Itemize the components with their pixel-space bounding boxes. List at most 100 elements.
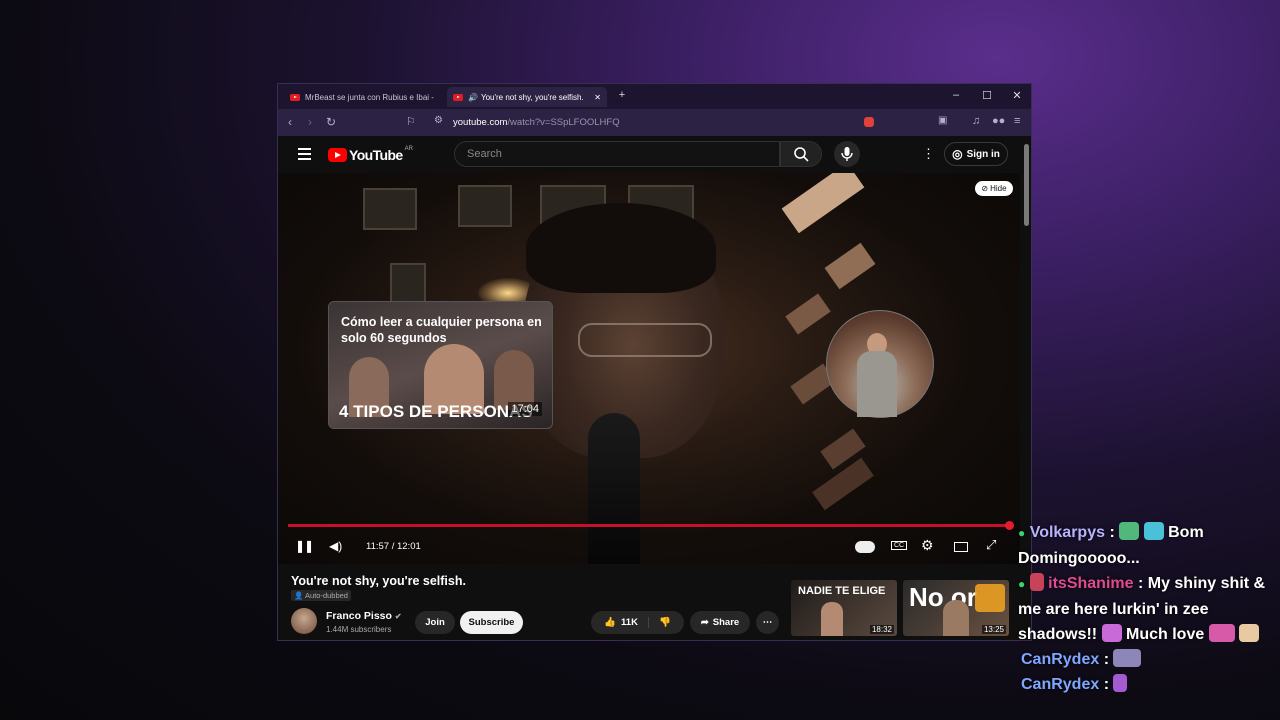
address-bar: ‹ › ↻ ⚐ ⚙ youtube.com/watch?v=SSpLFOOLHF… — [278, 109, 1031, 136]
chat-username: Volkarpys — [1029, 524, 1105, 541]
bookmark-icon[interactable]: ⚐ — [406, 115, 416, 128]
verified-icon: ✔ — [394, 612, 402, 621]
pause-icon[interactable]: ❚❚ — [295, 539, 314, 553]
like-button[interactable]: 👍 11K — [604, 617, 649, 628]
chat-separator: : — [1099, 676, 1114, 693]
share-button[interactable]: ➦ Share — [690, 611, 750, 634]
related-video-title: NADIE TE ELIGE — [798, 585, 886, 597]
shield-extension-icon[interactable] — [864, 117, 874, 127]
tab-title: You're not shy, you're selfish. — [480, 92, 584, 102]
volume-icon[interactable]: ◀) — [329, 539, 342, 553]
sign-in-label: Sign in — [966, 148, 1000, 160]
more-options-icon[interactable]: ⋮ — [922, 146, 935, 162]
emote-icon — [1113, 674, 1128, 692]
music-icon[interactable]: ♫ — [972, 115, 980, 127]
emote-icon — [1113, 649, 1142, 667]
related-video-thumbnail[interactable]: NADIE TE ELIGE 18:32 — [791, 580, 897, 636]
account-icon: ◎ — [952, 147, 963, 161]
emote-icon — [1208, 624, 1235, 642]
tab-active-video[interactable]: 🔊 You're not shy, you're selfish. ✕ — [447, 87, 607, 107]
related-video-duration: 18:32 — [869, 625, 894, 634]
fullscreen-icon[interactable]: ⤢ — [986, 537, 996, 553]
video-player[interactable]: Cómo leer a cualquier persona en solo 60… — [278, 173, 1020, 564]
scrollbar-thumb[interactable] — [1024, 144, 1029, 226]
dislike-button[interactable]: 👎 — [649, 617, 671, 628]
autoplay-toggle[interactable] — [855, 541, 875, 553]
sidebar-icon[interactable]: ▣ — [938, 115, 947, 126]
menu-icon[interactable]: ≡ — [1014, 115, 1020, 127]
video-title: You're not shy, you're selfish. — [291, 574, 466, 588]
search-icon — [794, 147, 809, 162]
subscriber-count: 1.44M subscribers — [326, 625, 392, 634]
close-button[interactable]: ✕ — [1009, 89, 1025, 102]
speaker-icon: 🔊 — [468, 92, 478, 102]
video-info: You're not shy, you're selfish. 👤 Auto-d… — [278, 564, 1020, 640]
more-actions-button[interactable]: ⋯ — [756, 611, 779, 634]
emote-icon — [1101, 624, 1122, 642]
chat-username: itsShanime — [1048, 575, 1134, 592]
related-video-thumbnail[interactable]: No or 13:25 — [903, 580, 1009, 636]
extensions-icon[interactable]: ●● — [992, 115, 1005, 127]
share-icon: ➦ — [700, 617, 709, 628]
emote-icon — [1119, 522, 1140, 540]
share-label: Share — [712, 617, 740, 628]
eye-off-icon: ⊘ — [981, 184, 989, 193]
hide-label: Hide — [990, 184, 1007, 193]
chat-separator: : — [1105, 524, 1120, 541]
forward-icon[interactable]: › — [308, 115, 312, 129]
sign-in-button[interactable]: ◎ Sign in — [944, 142, 1008, 166]
progress-bar[interactable] — [288, 521, 1014, 530]
settings-gear-icon[interactable]: ⚙ — [921, 537, 934, 554]
channel-name[interactable]: Franco Pisso ✔ — [326, 610, 402, 622]
new-tab-button[interactable]: + — [614, 89, 630, 101]
thumbs-down-icon: 👎 — [658, 617, 671, 628]
browser-window: MrBeast se junta con Rubius e Ibai - 🔊 Y… — [277, 83, 1032, 641]
endcard-banner: 4 TIPOS DE PERSONAS — [339, 402, 533, 421]
chat-message: CanRydex : — [1018, 647, 1280, 672]
endscreen-video-card[interactable]: Cómo leer a cualquier persona en solo 60… — [328, 301, 553, 429]
join-button[interactable]: Join — [415, 611, 455, 634]
subscribe-button[interactable]: Subscribe — [460, 611, 523, 634]
reload-icon[interactable]: ↻ — [326, 115, 336, 129]
player-controls: ❚❚ ◀) 11:57 / 12:01 CC ⚙ ⤢ — [278, 528, 1020, 564]
avatar-suit — [857, 351, 897, 417]
chat-text: Much love — [1126, 626, 1209, 643]
presenter-glasses — [578, 323, 712, 357]
like-count: 11K — [621, 617, 638, 628]
tab-title: MrBeast se junta con Rubius e Ibai - — [305, 92, 434, 102]
youtube-logo[interactable]: YouTube AR — [328, 146, 413, 163]
back-icon[interactable]: ‹ — [288, 115, 292, 129]
wall-shelf — [824, 242, 876, 290]
chat-message: ● Volkarpys : Bom Domingooooo... — [1018, 520, 1280, 571]
search-button[interactable] — [780, 141, 822, 167]
verified-badge-icon: ● — [1018, 577, 1026, 591]
chat-username: CanRydex — [1021, 651, 1100, 668]
tab-mrbeast[interactable]: MrBeast se junta con Rubius e Ibai - — [284, 87, 440, 107]
thumb-face — [821, 602, 843, 636]
wall-shelf — [785, 293, 831, 335]
minimize-button[interactable]: – — [948, 89, 964, 101]
hide-endscreen-button[interactable]: ⊘ Hide — [975, 181, 1013, 196]
search-input[interactable]: Search — [454, 141, 780, 167]
hamburger-menu-icon[interactable] — [298, 148, 311, 163]
emote-icon — [1239, 624, 1260, 642]
site-settings-icon[interactable]: ⚙ — [434, 115, 443, 126]
maximize-button[interactable]: ☐ — [979, 89, 995, 102]
miniplayer-icon[interactable] — [954, 542, 968, 552]
channel-avatar[interactable] — [291, 608, 317, 634]
channel-name-text: Franco Pisso — [326, 610, 392, 622]
microphone-icon — [841, 147, 853, 161]
voice-search-button[interactable] — [834, 141, 860, 167]
endscreen-channel-avatar[interactable] — [826, 310, 934, 418]
wall-shelf — [781, 173, 865, 234]
thumbs-up-icon: 👍 — [604, 617, 617, 628]
endcard-title: Cómo leer a cualquier persona en solo 60… — [341, 315, 542, 345]
wall-frame — [390, 263, 426, 303]
url-field[interactable]: youtube.com/watch?v=SSpLFOOLHFQ — [453, 117, 620, 128]
emote-icon — [1143, 522, 1164, 540]
captions-icon[interactable]: CC — [891, 541, 908, 550]
related-video-duration: 13:25 — [981, 625, 1006, 634]
tab-close-icon[interactable]: ✕ — [594, 93, 601, 102]
youtube-header: YouTube AR Search ⋮ ◎ Sign in — [278, 136, 1020, 173]
thumb-badge — [975, 584, 1005, 612]
